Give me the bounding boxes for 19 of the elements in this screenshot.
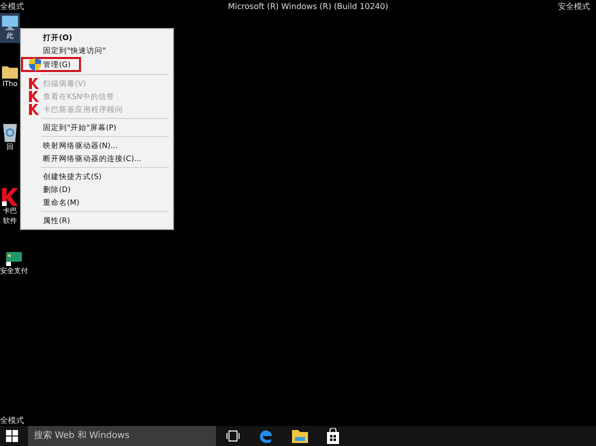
letter-k-icon (29, 91, 40, 102)
shopping-bag-icon[interactable] (326, 428, 340, 444)
letter-k-icon (2, 188, 18, 206)
browser-e-icon[interactable] (258, 428, 274, 444)
card-icon (6, 252, 22, 266)
build-label: Microsoft (R) Windows (R) (Build 10240) (228, 2, 388, 12)
mode-label: 全模式 (0, 416, 24, 426)
recycle-bin-icon (3, 124, 17, 142)
task-view-icon[interactable] (226, 430, 240, 442)
search-field[interactable]: 搜索 Web 和 Windows (28, 426, 216, 446)
windows-logo-icon[interactable] (6, 430, 18, 442)
letter-k-icon (29, 78, 40, 89)
letter-k-icon (29, 104, 40, 115)
mode-label: 安全模式 (558, 2, 590, 12)
folder-icon (2, 66, 18, 79)
mode-label: 全模式 (0, 2, 24, 12)
monitor-icon (2, 15, 18, 31)
folder-icon[interactable] (292, 429, 308, 443)
shield-icon (29, 58, 41, 71)
